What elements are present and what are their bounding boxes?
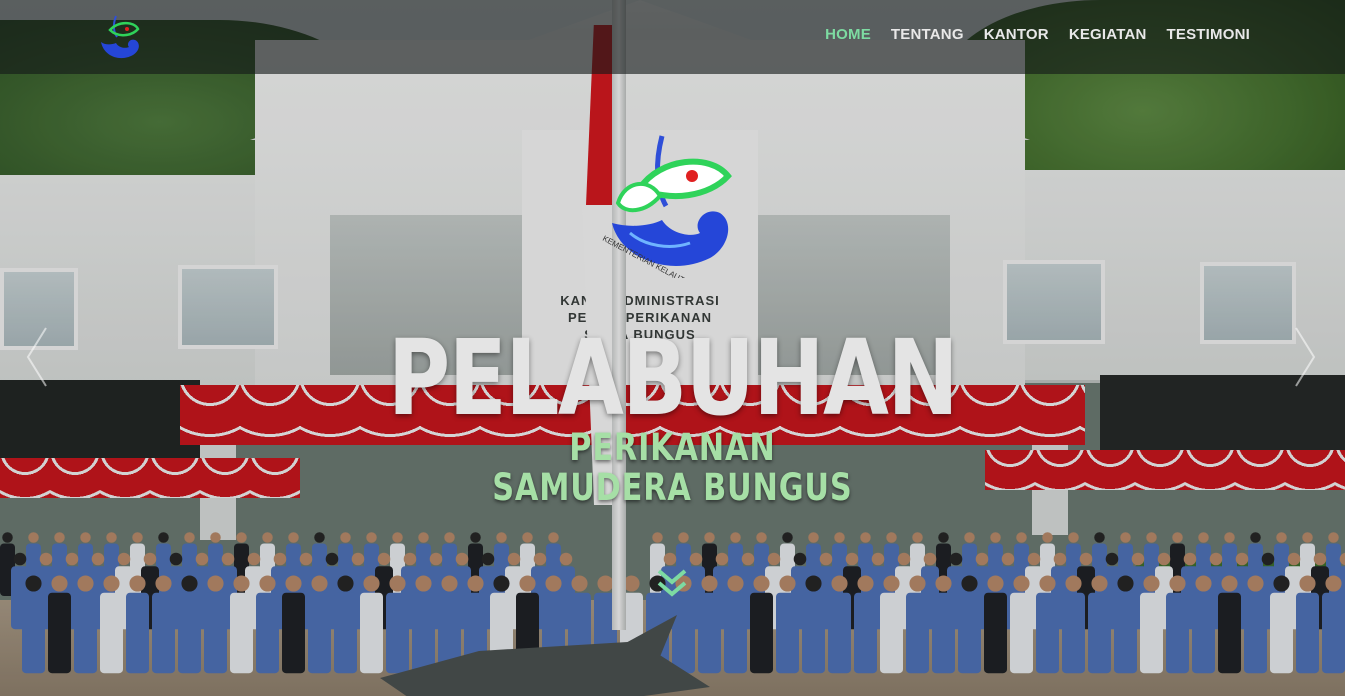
nav-item-testimoni[interactable]: TESTIMONI xyxy=(1167,26,1250,44)
hero-subtitle: PERIKANAN SAMUDERA BUNGUS xyxy=(492,426,853,509)
hero-title: PELABUHAN xyxy=(387,317,959,439)
chevron-right-icon[interactable] xyxy=(1290,320,1320,394)
nav-link-kantor[interactable]: KANTOR xyxy=(984,26,1049,43)
hero-carousel: KANYA ADMINISTRASI PELA N PERIKANAN SA R… xyxy=(0,0,1345,696)
nav-item-kegiatan[interactable]: KEGIATAN xyxy=(1069,26,1147,44)
nav-item-home[interactable]: HOME xyxy=(825,26,871,44)
nav-item-tentang[interactable]: TENTANG xyxy=(891,26,964,44)
chevron-left-icon[interactable] xyxy=(22,320,52,394)
nav-link-kegiatan[interactable]: KEGIATAN xyxy=(1069,26,1147,43)
nav-link-testimoni[interactable]: TESTIMONI xyxy=(1167,26,1250,43)
nav-link-home[interactable]: HOME xyxy=(825,26,871,43)
nav-menu: HOME TENTANG KANTOR KEGIATAN TESTIMONI xyxy=(825,26,1250,44)
fish-logo-icon[interactable] xyxy=(96,14,144,62)
nav-item-kantor[interactable]: KANTOR xyxy=(984,26,1049,44)
double-chevron-down-icon[interactable] xyxy=(655,565,689,599)
ministry-logo-icon: KEMENTERIAN KELAUTAN DAN PERIKANAN xyxy=(601,135,755,278)
nav-link-tentang[interactable]: TENTANG xyxy=(891,26,964,43)
top-navbar: HOME TENTANG KANTOR KEGIATAN TESTIMONI xyxy=(0,0,1345,74)
